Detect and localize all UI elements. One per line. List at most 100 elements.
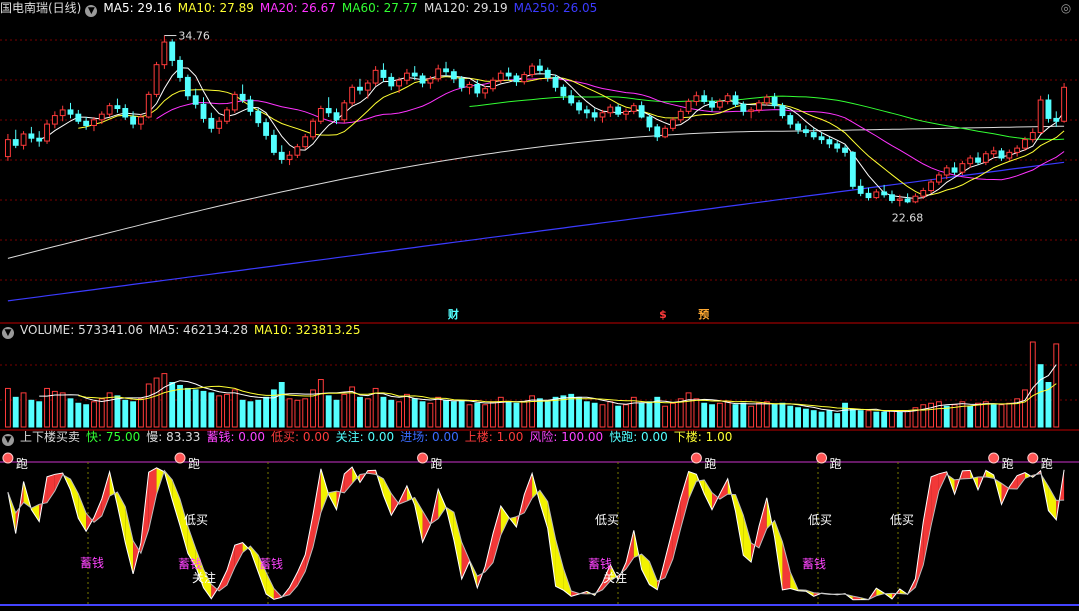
volume-bar: [787, 405, 794, 428]
candle: [521, 71, 528, 85]
candle: [44, 119, 50, 144]
volume-bar: [44, 387, 50, 428]
settings-icon[interactable]: ◎: [1059, 1, 1073, 15]
ma-label-5: MA250: 26.05: [513, 1, 598, 15]
candle-body: [247, 99, 254, 112]
indicator-label-7: 上楼: 1.00: [464, 430, 524, 444]
candle-body: [1037, 99, 1044, 134]
event-marker: 预: [698, 307, 709, 321]
volume-bar: [662, 405, 669, 428]
volume-bar: [1022, 389, 1028, 428]
signal-run: 跑: [431, 457, 443, 471]
candle: [1061, 83, 1068, 123]
volume-bar: [685, 392, 692, 428]
candle-body: [513, 75, 520, 83]
candle-body: [857, 185, 864, 194]
candle: [137, 114, 144, 130]
candle-body: [169, 41, 176, 61]
volume-header: ▼ VOLUME: 573341.06 MA5: 462134.28 MA10: 32…: [0, 322, 373, 339]
candle-body: [732, 95, 739, 105]
volume-bar: [333, 399, 340, 428]
price-chart[interactable]: 34.7622.68财 $ 预跑跑跑跑跑跑跑低买 低买 低买 低买蓄钱 蓄钱 蓄钱 蓄钱 蓄钱关注…: [0, 0, 1079, 611]
candle-body: [756, 102, 762, 111]
signal-dot: [174, 452, 186, 464]
volume-bar: [239, 399, 246, 428]
signal-save: 蓄钱: [588, 556, 612, 571]
candle: [787, 112, 794, 129]
signal-dot: [417, 452, 429, 464]
candle: [317, 105, 324, 125]
candle: [834, 141, 841, 153]
volume-label-0: VOLUME: 573341.06: [20, 323, 143, 337]
candle: [599, 109, 606, 123]
candle: [286, 150, 293, 166]
candle: [607, 104, 614, 117]
volume-bar: [200, 390, 207, 428]
candle-body: [12, 139, 19, 146]
candle: [693, 91, 700, 106]
volume-bar: [427, 402, 434, 428]
candle-body: [161, 41, 168, 66]
candle: [1045, 94, 1052, 123]
candle-body: [544, 69, 551, 78]
candle-body: [771, 96, 778, 107]
candle-body: [896, 198, 903, 201]
candle-body: [286, 154, 293, 160]
candle-body: [192, 95, 199, 105]
candle-body: [716, 100, 723, 108]
indicator-band: [125, 506, 134, 574]
candle: [654, 124, 661, 142]
volume-bar: [36, 401, 43, 428]
candle-body: [802, 129, 809, 134]
candle-body: [591, 112, 598, 118]
volume-bar: [857, 410, 864, 428]
candle-body: [583, 109, 590, 114]
signal-watch: 关注: [192, 570, 216, 585]
candle-body: [130, 116, 137, 125]
candle-body: [466, 83, 473, 88]
candle-body: [998, 150, 1005, 159]
chart-stage: 34.76 22.68 财 $ 预跑跑跑跑跑跑跑低买 低买 低买 低买 蓄钱 蓄钱 蓄钱 蓄钱 蓄钱 关注…: [0, 0, 1079, 611]
signal-save: 蓄钱: [802, 556, 826, 571]
candle: [247, 95, 254, 116]
volume-bar: [294, 399, 301, 428]
candle: [669, 117, 676, 132]
volume-bar: [896, 411, 903, 428]
volume-bar: [505, 401, 512, 428]
candle-body: [325, 108, 332, 114]
volume-dropdown-icon[interactable]: ▼: [2, 327, 14, 339]
event-marker: $: [659, 308, 667, 321]
indicator-label-6: 进场: 0.00: [400, 430, 459, 444]
dropdown-icon[interactable]: ▼: [85, 5, 98, 17]
candle-body: [20, 133, 27, 146]
volume-bar: [677, 398, 684, 428]
candle-body: [490, 79, 496, 90]
volume-bar: [1006, 402, 1013, 428]
candle-body: [427, 78, 434, 84]
candle-body: [310, 120, 316, 138]
candle: [83, 117, 90, 130]
candle-body: [842, 147, 848, 153]
volume-bar: [474, 402, 481, 428]
candle-body: [552, 76, 559, 88]
candle-body: [810, 132, 817, 138]
candle: [67, 102, 74, 119]
signal-buy-low: 低买: [184, 513, 208, 527]
candle: [552, 74, 559, 92]
volume-bar: [599, 404, 606, 428]
candle-body: [364, 82, 371, 91]
candle-body: [341, 102, 348, 121]
candle: [380, 63, 387, 82]
candle-body: [349, 86, 356, 104]
candle-body: [669, 119, 676, 129]
volume-bar: [114, 395, 121, 428]
volume-bar: [98, 398, 105, 428]
candle-body: [881, 191, 888, 196]
candle-body: [67, 109, 74, 115]
volume-bar: [12, 396, 19, 428]
indicator-band: [524, 473, 533, 513]
candle: [51, 111, 58, 129]
candle-body: [263, 122, 270, 136]
indicator-dropdown-icon[interactable]: ▼: [2, 434, 14, 446]
volume-bar: [669, 402, 676, 428]
